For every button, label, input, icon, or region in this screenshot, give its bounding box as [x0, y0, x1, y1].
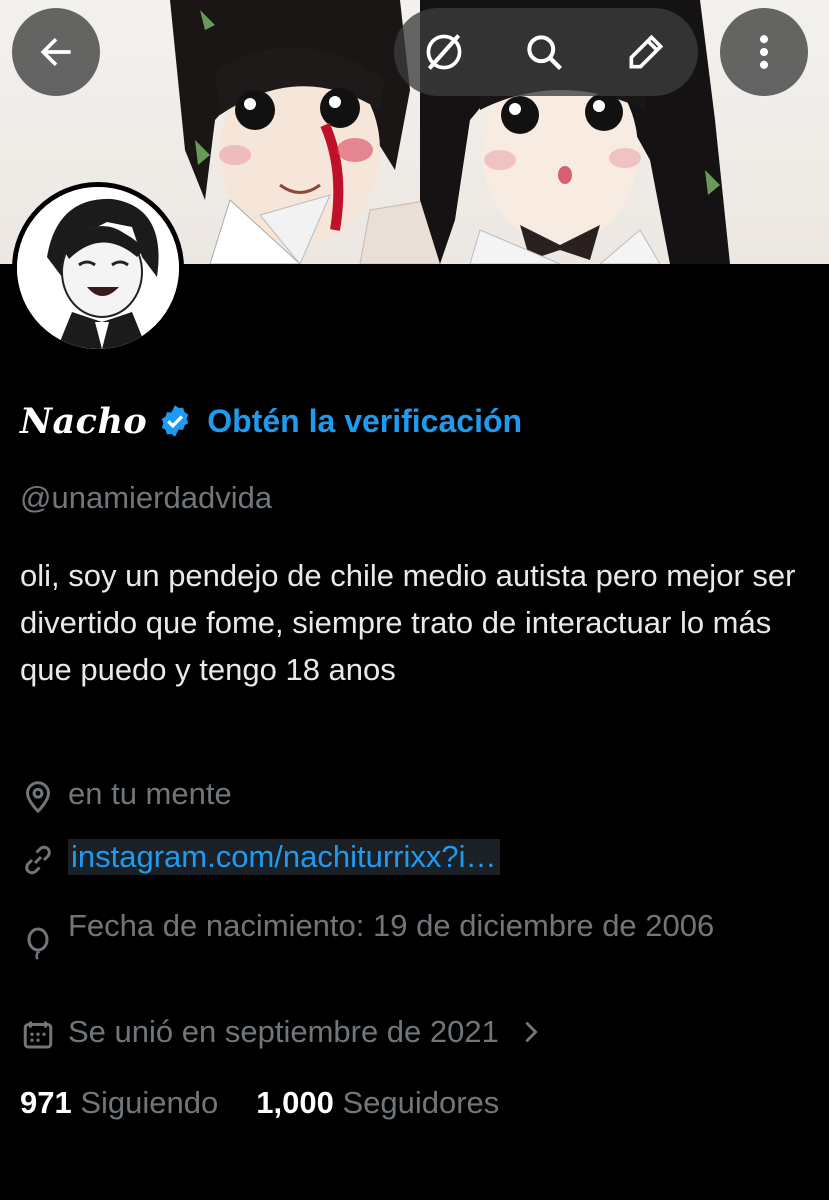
more-button[interactable]	[720, 8, 808, 96]
more-vertical-icon	[759, 35, 769, 69]
birthday-row: Fecha de nacimiento: 19 de diciembre de …	[20, 902, 800, 962]
link-icon	[25, 845, 51, 875]
following-label: Siguiendo	[80, 1085, 219, 1120]
avatar[interactable]	[12, 182, 184, 354]
joined-row[interactable]: Se unió en septiembre de 2021	[20, 1014, 545, 1053]
followers-count: 1,000	[256, 1085, 334, 1120]
website-link[interactable]: instagram.com/nachiturrixx?i…	[68, 839, 500, 875]
get-verified-link[interactable]: Obtén la verificación	[207, 403, 522, 440]
pencil-icon	[629, 34, 664, 69]
location-pin-icon	[25, 781, 51, 814]
following-stat[interactable]: 971 Siguiendo	[20, 1085, 218, 1121]
profile-bio: oli, soy un pendejo de chile medio autis…	[20, 558, 796, 687]
search-button[interactable]	[494, 8, 594, 96]
followers-label: Seguidores	[342, 1085, 500, 1120]
location-row: en tu mente	[20, 776, 232, 815]
arrow-left-icon	[40, 37, 71, 67]
display-name: Nacho	[20, 400, 148, 442]
calendar-icon	[23, 1021, 53, 1049]
grok-icon	[426, 34, 462, 70]
following-count: 971	[20, 1085, 72, 1120]
joined-text: Se unió en septiembre de 2021	[68, 1014, 499, 1049]
verified-badge-icon[interactable]	[157, 403, 193, 439]
avatar-image	[17, 187, 179, 349]
chevron-right-icon	[525, 1021, 538, 1043]
website-row: instagram.com/nachiturrixx?i…	[20, 839, 500, 878]
follow-stats: 971 Siguiendo 1,000 Seguidores	[20, 1085, 499, 1121]
balloon-icon	[27, 927, 49, 960]
followers-stat[interactable]: 1,000 Seguidores	[256, 1085, 499, 1121]
edit-button[interactable]	[594, 8, 698, 96]
birthday-text: Fecha de nacimiento: 19 de diciembre de …	[68, 908, 715, 943]
grok-button[interactable]	[394, 8, 494, 96]
back-button[interactable]	[12, 8, 100, 96]
name-row: Nacho Obtén la verificación	[20, 396, 522, 446]
search-icon	[527, 35, 563, 71]
location-text: en tu mente	[68, 776, 232, 811]
user-handle: @unamierdadvida	[20, 480, 273, 515]
